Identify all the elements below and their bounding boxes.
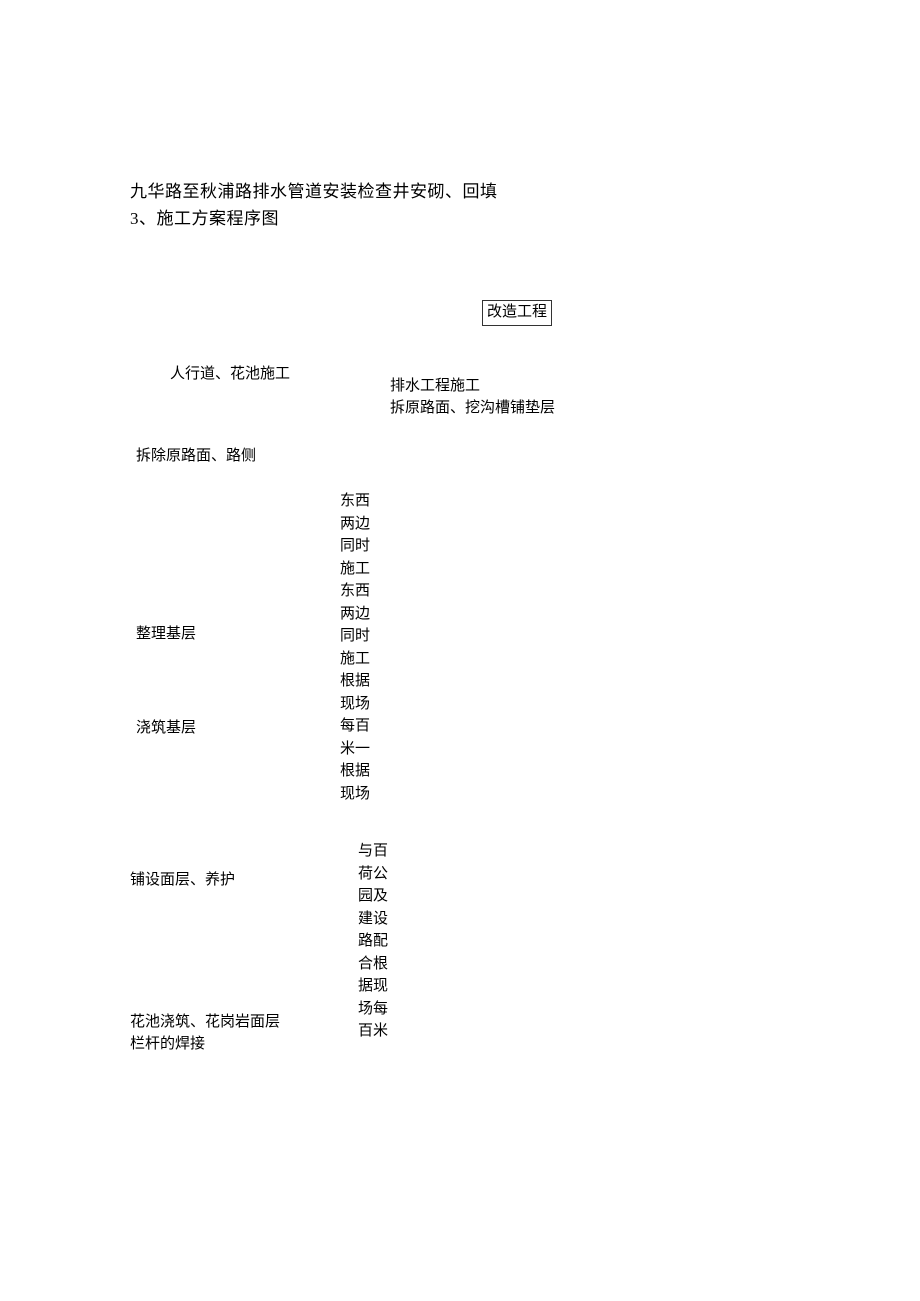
- label-granite-surface: 花池浇筑、花岗岩面层: [130, 1012, 280, 1034]
- title-line-2: 3、施工方案程序图: [130, 207, 790, 232]
- label-demolish-excavate: 拆原路面、挖沟槽铺垫层: [390, 398, 555, 420]
- label-drainage-construction: 排水工程施工: [390, 376, 480, 398]
- vertical-text-mid: 东西两边同时施工东西两边同时施工根据现场每百米一根据现场: [340, 490, 370, 805]
- page-content: 九华路至秋浦路排水管道安装检查井安砌、回填 3、施工方案程序图 改造工程 人行道…: [130, 180, 790, 231]
- label-prepare-base: 整理基层: [136, 624, 196, 646]
- title-line-1: 九华路至秋浦路排水管道安装检查井安砌、回填: [130, 180, 790, 205]
- label-sidewalk-flowerbed: 人行道、花池施工: [170, 364, 290, 386]
- label-surface-curing: 铺设面层、养护: [130, 870, 235, 892]
- label-demolish-original-road: 拆除原路面、路侧: [136, 446, 256, 468]
- vertical-text-bottom: 与百荷公园及建设路配合根据现场每百米: [358, 840, 388, 1043]
- label-railing-welding: 栏杆的焊接: [130, 1034, 205, 1056]
- box-reconstruction-project: 改造工程: [482, 300, 552, 326]
- label-pour-base: 浇筑基层: [136, 718, 196, 740]
